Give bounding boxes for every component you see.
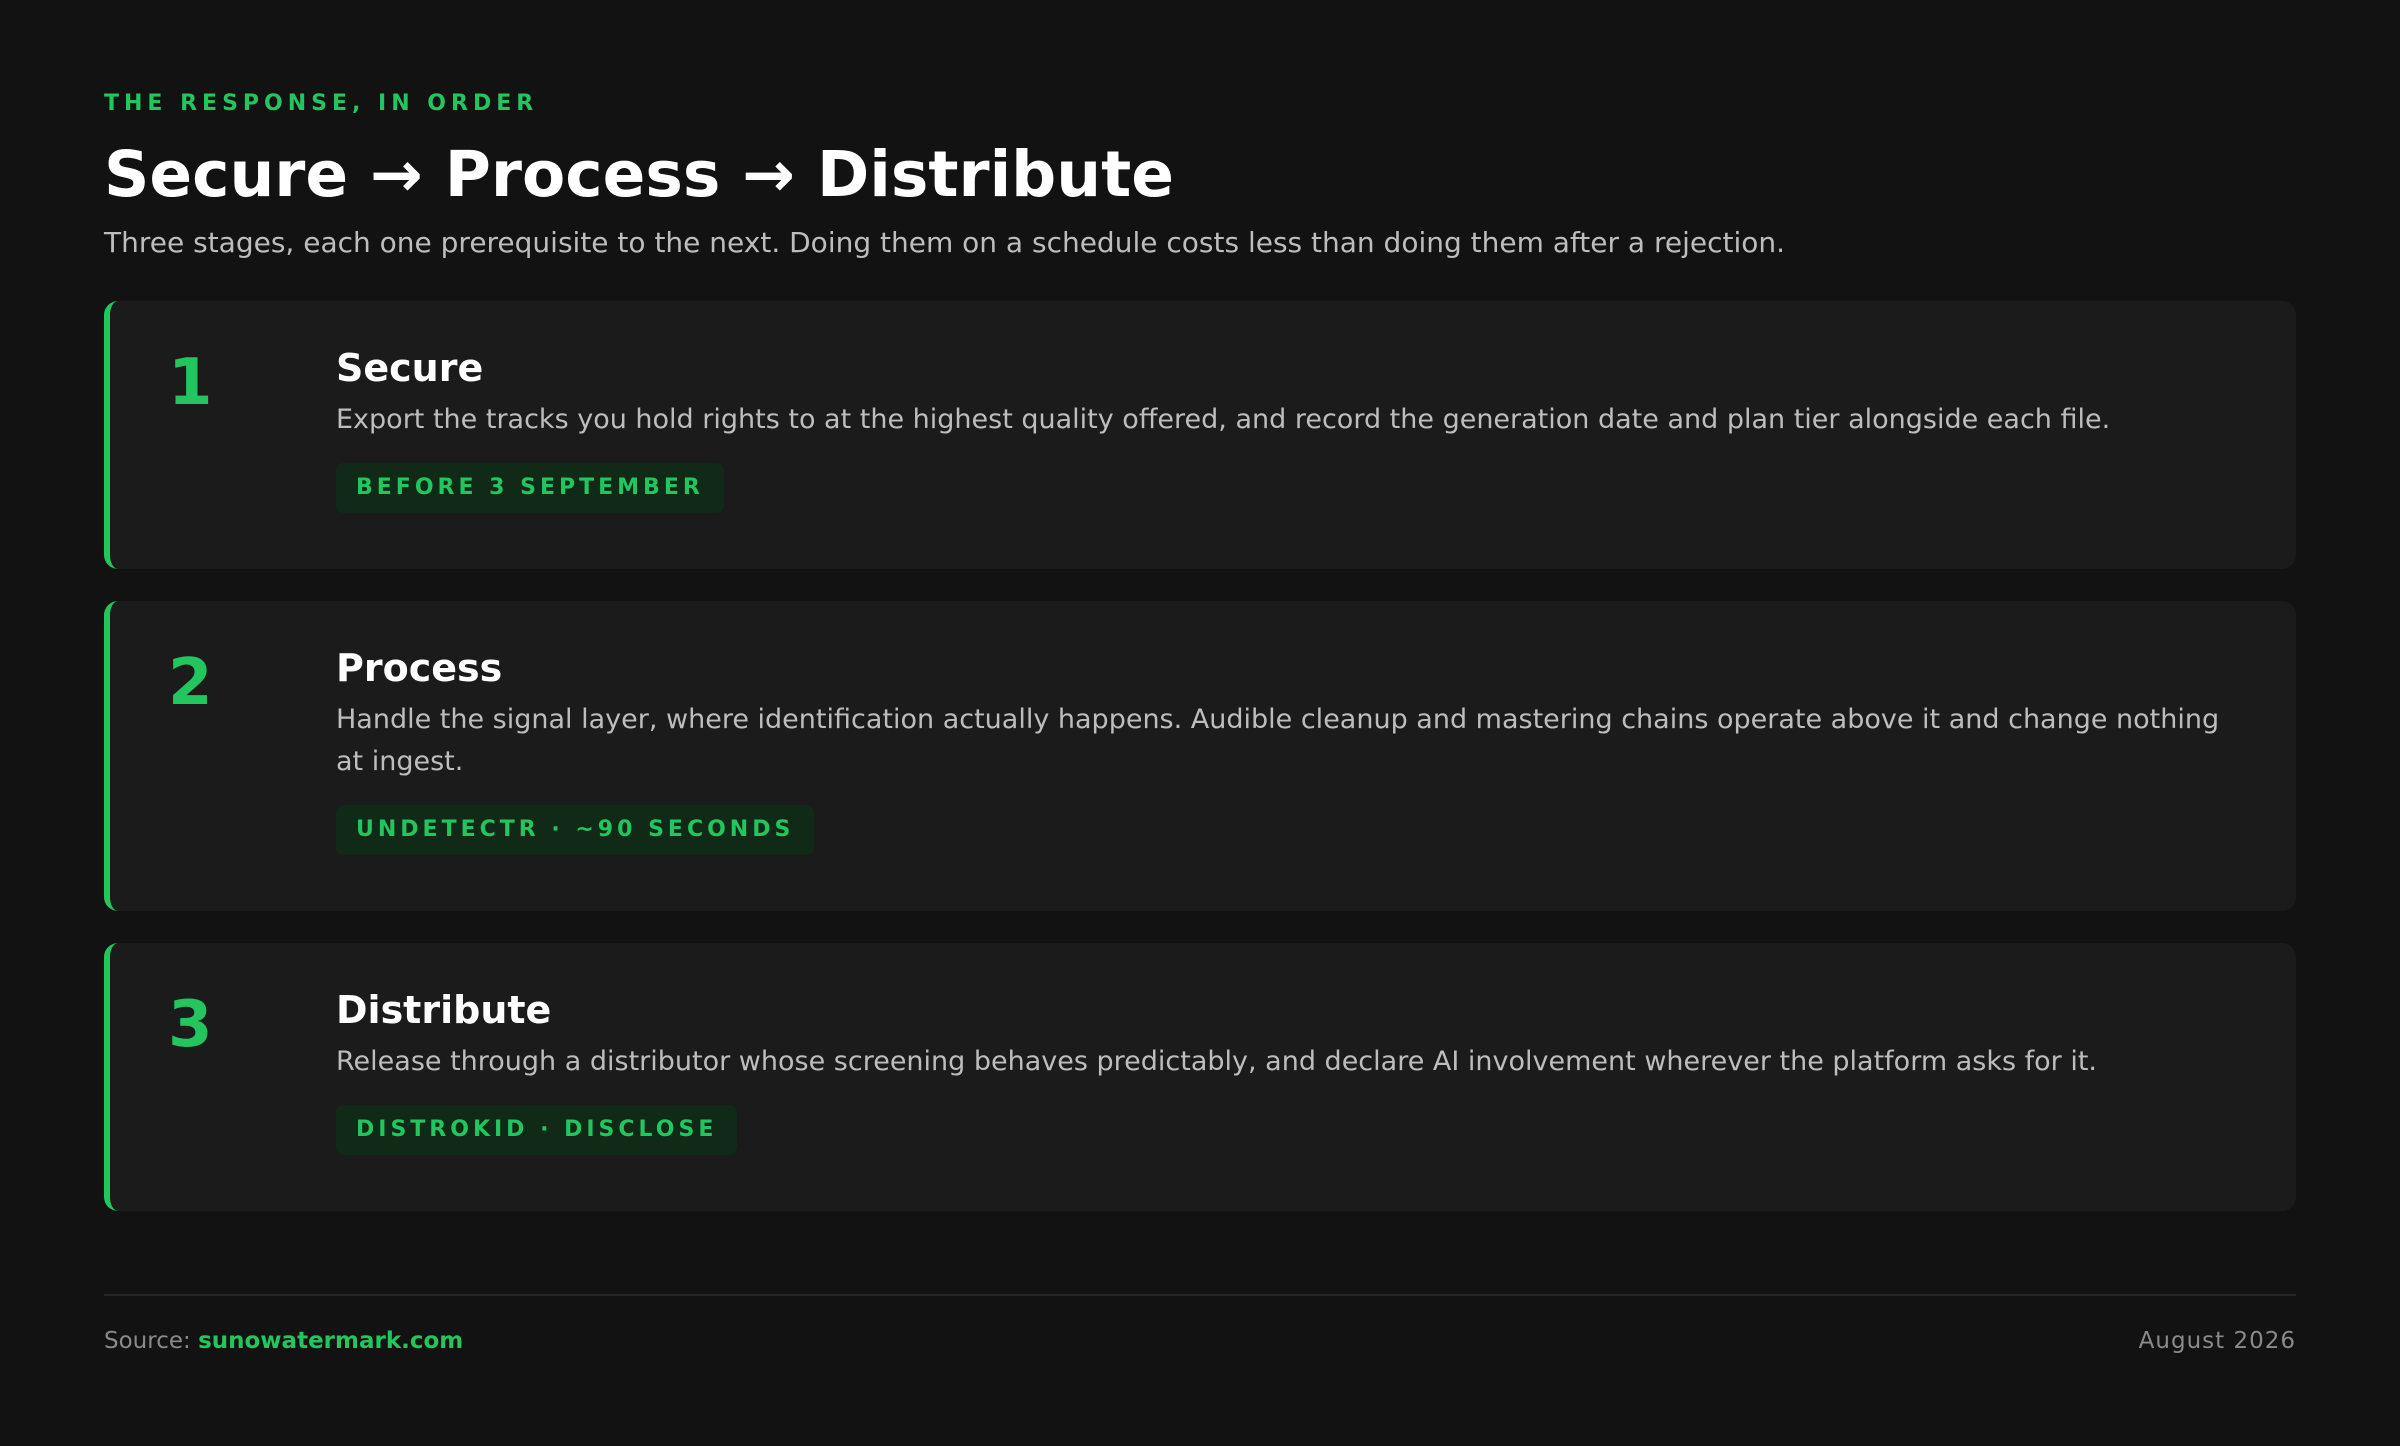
step-content: Process Handle the signal layer, where i…	[336, 645, 2226, 855]
step-number: 3	[168, 988, 213, 1062]
step-content: Distribute Release through a distributor…	[336, 987, 2226, 1155]
footer: Source: sunowatermark.com August 2026	[104, 1294, 2296, 1356]
footer-date: August 2026	[2138, 1328, 2296, 1354]
step-tag: BEFORE 3 SEPTEMBER	[336, 463, 724, 513]
footer-source: Source: sunowatermark.com	[104, 1326, 463, 1356]
step-description: Export the tracks you hold rights to at …	[336, 404, 2111, 435]
page-subtitle: Three stages, each one prerequisite to t…	[104, 226, 1786, 259]
step-title: Secure	[336, 346, 484, 390]
step-card-process: 2 Process Handle the signal layer, where…	[104, 601, 2296, 911]
step-content: Secure Export the tracks you hold rights…	[336, 345, 2226, 513]
steps-list: 1 Secure Export the tracks you hold righ…	[104, 301, 2296, 1211]
step-description: Release through a distributor whose scre…	[336, 1046, 2097, 1077]
step-title: Distribute	[336, 988, 552, 1032]
step-title: Process	[336, 646, 503, 690]
page-title: Secure → Process → Distribute	[104, 138, 1174, 211]
eyebrow-label: THE RESPONSE, IN ORDER	[104, 91, 539, 116]
step-tag: DISTROKID · DISCLOSE	[336, 1105, 738, 1155]
source-label: Source:	[104, 1328, 191, 1354]
step-description: Handle the signal layer, where identific…	[336, 704, 2220, 777]
step-number: 2	[168, 646, 213, 720]
page: THE RESPONSE, IN ORDER Secure → Process …	[0, 0, 2400, 1446]
step-card-secure: 1 Secure Export the tracks you hold righ…	[104, 301, 2296, 569]
step-tag: UNDETECTR · ~90 SECONDS	[336, 805, 815, 855]
step-card-distribute: 3 Distribute Release through a distribut…	[104, 943, 2296, 1211]
step-number: 1	[168, 346, 213, 420]
source-link[interactable]: sunowatermark.com	[198, 1328, 463, 1354]
